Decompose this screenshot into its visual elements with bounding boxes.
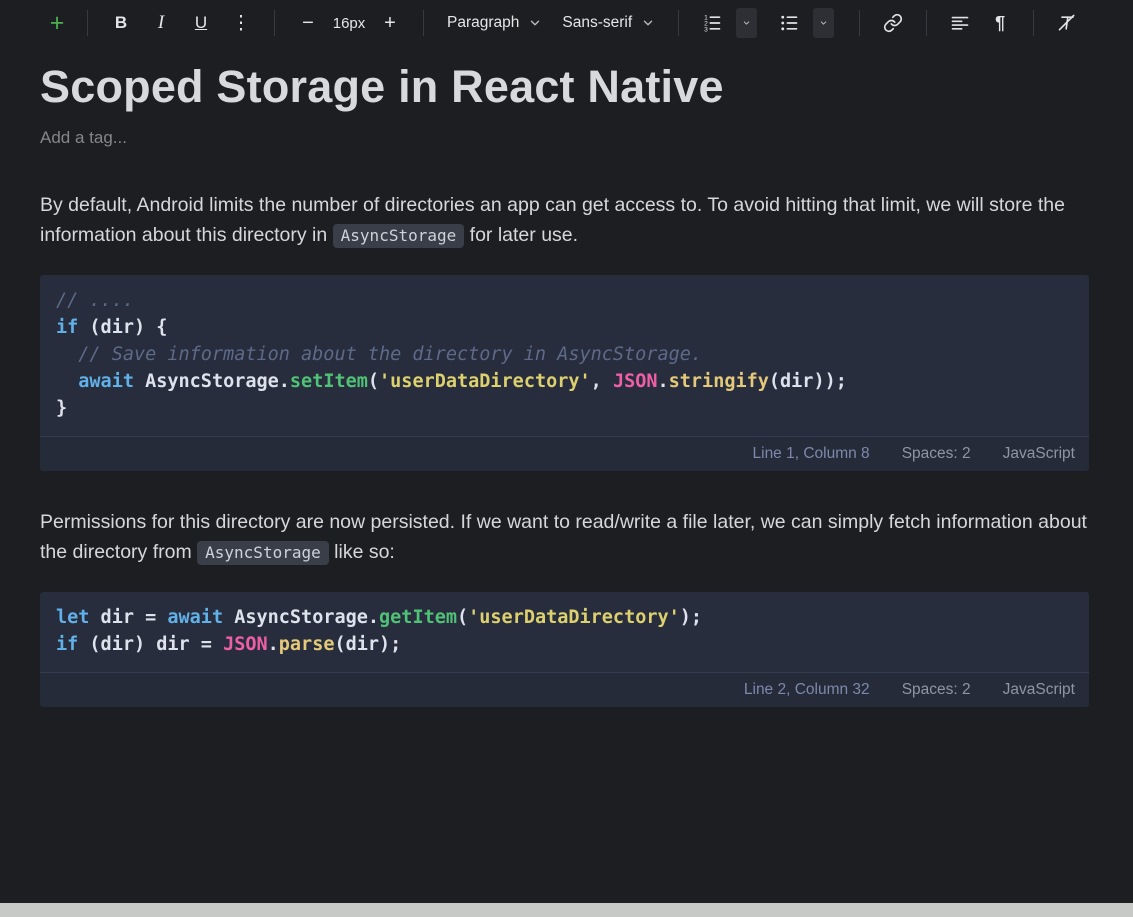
chevron-down-icon	[528, 16, 542, 30]
horizontal-scrollbar[interactable]	[0, 903, 1133, 917]
block-format-label: Paragraph	[447, 14, 519, 32]
clear-formatting-icon	[1057, 13, 1077, 33]
font-family-dropdown[interactable]: Sans-serif	[552, 6, 665, 40]
tag-input[interactable]: Add a tag...	[40, 128, 1089, 148]
language-selector[interactable]: JavaScript	[1003, 445, 1075, 463]
toolbar-separator	[678, 10, 679, 36]
chevron-down-icon	[819, 17, 828, 29]
toolbar-separator	[423, 10, 424, 36]
code-line: if (dir) dir = JSON.parse(dir);	[56, 631, 1073, 658]
unordered-list-options-button[interactable]	[813, 8, 834, 38]
indentation-setting[interactable]: Spaces: 2	[902, 681, 971, 699]
italic-button[interactable]: I	[141, 6, 181, 40]
code-line: let dir = await AsyncStorage.getItem('us…	[56, 604, 1073, 631]
chevron-down-icon	[742, 17, 751, 29]
page-title[interactable]: Scoped Storage in React Native	[40, 60, 1089, 113]
paragraph-2[interactable]: Permissions for this directory are now p…	[40, 507, 1089, 568]
link-icon	[883, 13, 903, 33]
unordered-list-icon	[779, 13, 799, 33]
font-size-value[interactable]: 16px	[328, 15, 370, 32]
text-direction-button[interactable]: ¶	[980, 6, 1020, 40]
add-block-button[interactable]: +	[40, 6, 74, 40]
ordered-list-icon: 123	[702, 13, 722, 33]
toolbar-separator	[274, 10, 275, 36]
paragraph-text: for later use.	[464, 224, 578, 246]
code-line: // Save information about the directory …	[56, 341, 1073, 368]
toolbar-separator	[87, 10, 88, 36]
font-family-label: Sans-serif	[562, 14, 632, 32]
code-block-2: let dir = await AsyncStorage.getItem('us…	[40, 592, 1089, 707]
cursor-position: Line 1, Column 8	[753, 445, 870, 463]
paragraph-1[interactable]: By default, Android limits the number of…	[40, 190, 1089, 251]
ordered-list-button[interactable]: 123	[692, 6, 732, 40]
code-block-1: // ....if (dir) { // Save information ab…	[40, 275, 1089, 471]
align-left-icon	[950, 13, 970, 33]
clear-formatting-button[interactable]	[1047, 6, 1087, 40]
more-formatting-button[interactable]: ⋮	[221, 6, 261, 40]
decrease-font-size-button[interactable]: −	[288, 6, 328, 40]
underline-button[interactable]: U	[181, 6, 221, 40]
inline-code: AsyncStorage	[333, 224, 465, 248]
toolbar-separator	[926, 10, 927, 36]
ordered-list-options-button[interactable]	[736, 8, 757, 38]
code-line: await AsyncStorage.setItem('userDataDire…	[56, 368, 1073, 395]
toolbar-separator	[859, 10, 860, 36]
code-line: if (dir) {	[56, 314, 1073, 341]
align-button[interactable]	[940, 6, 980, 40]
editor-content: Scoped Storage in React Native Add a tag…	[0, 60, 1133, 707]
inline-code: AsyncStorage	[197, 541, 329, 565]
insert-link-button[interactable]	[873, 6, 913, 40]
increase-font-size-button[interactable]: +	[370, 6, 410, 40]
chevron-down-icon	[641, 16, 655, 30]
paragraph-direction-icon: ¶	[995, 13, 1005, 34]
language-selector[interactable]: JavaScript	[1003, 681, 1075, 699]
paragraph-text: like so:	[329, 541, 395, 563]
code-status-bar: Line 2, Column 32 Spaces: 2 JavaScript	[40, 672, 1089, 707]
code-line: }	[56, 395, 1073, 422]
indentation-setting[interactable]: Spaces: 2	[902, 445, 971, 463]
unordered-list-button[interactable]	[769, 6, 809, 40]
svg-text:3: 3	[704, 26, 708, 33]
cursor-position: Line 2, Column 32	[744, 681, 870, 699]
bold-button[interactable]: B	[101, 6, 141, 40]
toolbar: + B I U ⋮ − 16px + Paragraph Sans-serif …	[0, 0, 1133, 46]
toolbar-separator	[1033, 10, 1034, 36]
code-editor-2[interactable]: let dir = await AsyncStorage.getItem('us…	[40, 592, 1089, 672]
code-editor-1[interactable]: // ....if (dir) { // Save information ab…	[40, 275, 1089, 436]
code-line: // ....	[56, 287, 1073, 314]
code-status-bar: Line 1, Column 8 Spaces: 2 JavaScript	[40, 436, 1089, 471]
block-format-dropdown[interactable]: Paragraph	[437, 6, 552, 40]
